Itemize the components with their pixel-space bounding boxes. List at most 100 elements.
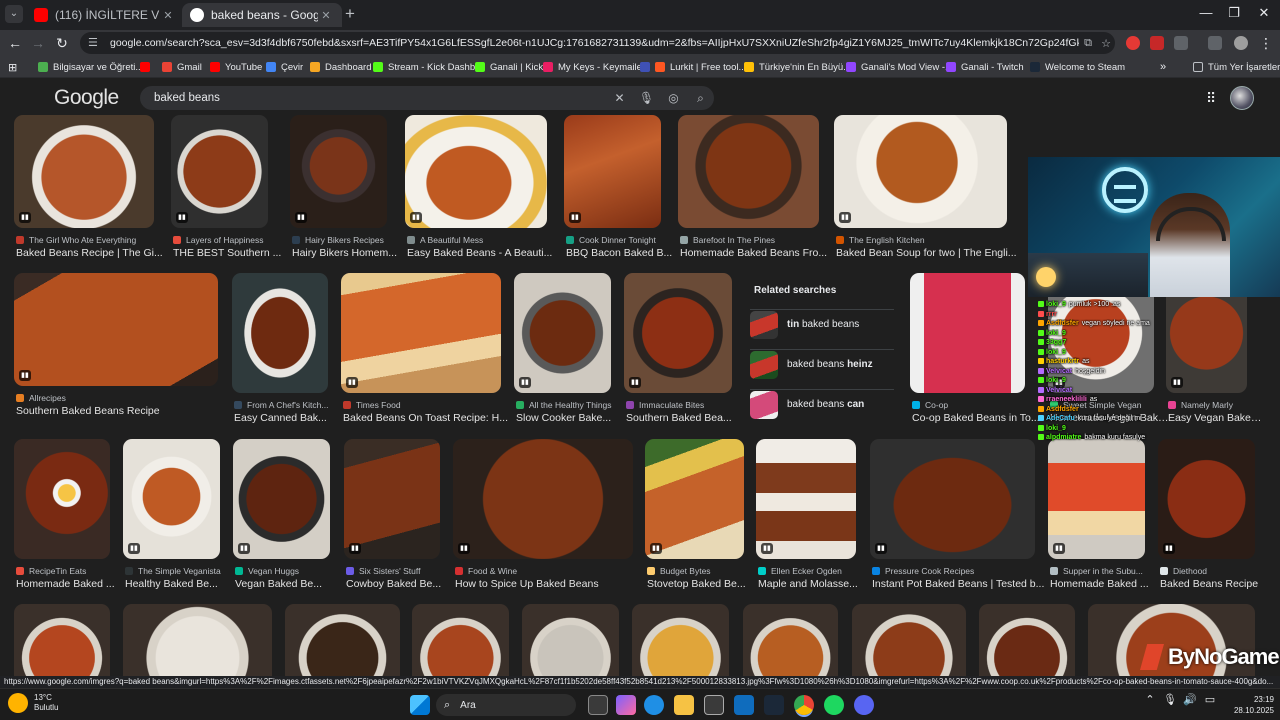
result-source[interactable]: Budget Bytes bbox=[647, 566, 746, 576]
image-result[interactable]: Co-op Co-op Baked Beans in To... bbox=[910, 273, 1040, 433]
result-source[interactable]: Hairy Bikers Recipes bbox=[292, 235, 389, 245]
reload-button[interactable]: ↻ bbox=[52, 33, 72, 53]
image-result[interactable]: ▮▮ Allrecipes Southern Baked Beans Recipe bbox=[14, 273, 218, 426]
google-logo[interactable]: Google bbox=[54, 86, 119, 110]
image-result[interactable]: ▮▮ All the Healthy Things Slow Cooker Bake… bbox=[514, 273, 613, 433]
image-result[interactable]: ▮▮ Layers of Happiness THE BEST Southern .… bbox=[171, 115, 281, 268]
image-result[interactable]: RecipeTin Eats Homemade Baked ... bbox=[14, 439, 115, 599]
bookmark-item[interactable]: Çevir bbox=[266, 60, 303, 74]
copilot-icon[interactable] bbox=[616, 695, 636, 715]
apps-icon[interactable]: ⊞ bbox=[8, 60, 17, 74]
result-caption[interactable]: BBQ Bacon Baked B... bbox=[566, 247, 677, 259]
result-source[interactable]: RecipeTin Eats bbox=[16, 566, 112, 576]
clear-icon[interactable]: ✕ bbox=[606, 91, 633, 105]
bookmark-star-icon[interactable]: ☆ bbox=[1097, 37, 1115, 50]
image-result[interactable]: ▮▮ The English Kitchen Baked Bean Soup for… bbox=[834, 115, 1017, 268]
microphone-icon[interactable]: 🎙 bbox=[1160, 693, 1180, 706]
lens-icon[interactable]: ◎ bbox=[660, 91, 687, 105]
tab-search-button[interactable]: ⌄ bbox=[5, 5, 23, 23]
image-result[interactable]: ▮▮ A Beautiful Mess Easy Baked Beans - A B… bbox=[405, 115, 552, 268]
result-source[interactable]: Co-op bbox=[912, 400, 1027, 410]
image-thumbnail[interactable] bbox=[14, 604, 110, 676]
image-thumbnail[interactable] bbox=[743, 604, 838, 676]
bookmark-item[interactable]: Stream - Kick Dashb... bbox=[373, 60, 483, 74]
image-result[interactable]: ▮▮ Pressure Cook Recipes Instant Pot Baked… bbox=[870, 439, 1044, 599]
image-thumbnail[interactable] bbox=[232, 273, 328, 393]
result-source[interactable]: All the Healthy Things bbox=[516, 400, 613, 410]
result-caption[interactable]: How to Spice Up Baked Beans bbox=[455, 578, 649, 590]
image-thumbnail[interactable] bbox=[910, 273, 1025, 393]
result-source[interactable]: Allrecipes bbox=[16, 393, 220, 403]
result-caption[interactable]: Homemade Baked ... bbox=[1050, 578, 1161, 590]
image-result[interactable]: ▮▮ The Girl Who Ate Everything Baked Beans… bbox=[14, 115, 163, 268]
image-thumbnail[interactable]: ▮▮ bbox=[14, 115, 154, 228]
result-source[interactable]: Vegan Huggs bbox=[235, 566, 332, 576]
file-explorer-icon[interactable] bbox=[674, 695, 694, 715]
result-source[interactable]: Ellen Ecker Ogden bbox=[758, 566, 858, 576]
bookmark-item[interactable]: Ganali | Kick bbox=[475, 60, 543, 74]
all-bookmarks[interactable]: Tüm Yer İşaretleri bbox=[1193, 60, 1280, 74]
image-thumbnail[interactable]: ▮▮ bbox=[453, 439, 633, 559]
image-result[interactable]: Barefoot In The Pines Homemade Baked Bean… bbox=[678, 115, 827, 268]
result-source[interactable]: Food & Wine bbox=[455, 566, 635, 576]
show-hidden-icons-icon[interactable]: ⌃ bbox=[1140, 693, 1160, 706]
image-thumbnail[interactable]: ▮▮ bbox=[290, 115, 387, 228]
bookmark-item[interactable]: YouTube bbox=[210, 60, 262, 74]
extension-icon[interactable] bbox=[1126, 36, 1140, 50]
image-thumbnail[interactable]: ▮▮ bbox=[405, 115, 547, 228]
speaker-icon[interactable]: 🔊 bbox=[1180, 693, 1200, 706]
result-source[interactable]: Six Sisters' Stuff bbox=[346, 566, 442, 576]
bookmark-item[interactable]: Dashboard bbox=[310, 60, 371, 74]
tab-google-search[interactable]: baked beans - Google Search ✕ bbox=[182, 3, 342, 27]
image-thumbnail[interactable]: ▮▮ bbox=[624, 273, 732, 393]
result-source[interactable]: The English Kitchen bbox=[836, 235, 1009, 245]
edge-icon[interactable] bbox=[644, 695, 664, 715]
battery-icon[interactable]: ▭ bbox=[1200, 693, 1220, 706]
image-thumbnail[interactable]: ▮▮ bbox=[123, 439, 220, 559]
image-result[interactable]: ▮▮ Vegan Huggs Vegan Baked Be... bbox=[233, 439, 330, 599]
result-caption[interactable]: Stovetop Baked Be... bbox=[647, 578, 760, 590]
result-caption[interactable]: Southern Baked Bea... bbox=[626, 412, 748, 424]
more-bookmarks-icon[interactable]: » bbox=[1160, 60, 1166, 74]
media-control-icon[interactable] bbox=[1208, 36, 1222, 50]
result-source[interactable]: Diethood bbox=[1160, 566, 1257, 576]
result-source[interactable]: The Simple Veganista bbox=[125, 566, 222, 576]
bookmark-item[interactable]: Gmail bbox=[162, 60, 202, 74]
google-apps-icon[interactable]: ⠿ bbox=[1206, 90, 1216, 107]
microphone-icon[interactable]: 🎙 bbox=[633, 91, 660, 105]
search-box[interactable]: baked beans ✕ 🎙 ◎ ⌕ bbox=[140, 86, 714, 110]
related-search-item[interactable]: tin baked beans bbox=[750, 309, 894, 339]
result-source[interactable]: Barefoot In The Pines bbox=[680, 235, 821, 245]
result-source[interactable]: A Beautiful Mess bbox=[407, 235, 549, 245]
bookmark-item[interactable]: My Keys - Keymailer bbox=[543, 60, 645, 74]
result-source[interactable]: Pressure Cook Recipes bbox=[872, 566, 1037, 576]
result-caption[interactable]: Easy Canned Bak... bbox=[234, 412, 344, 424]
steam-icon[interactable] bbox=[764, 695, 784, 715]
discord-icon[interactable] bbox=[854, 695, 874, 715]
translate-icon[interactable]: ⧉ bbox=[1079, 37, 1097, 50]
image-result[interactable]: ▮▮ Cook Dinner Tonight BBQ Bacon Baked B..… bbox=[564, 115, 672, 268]
result-caption[interactable]: Baked Beans On Toast Recipe: H... bbox=[343, 412, 517, 424]
maximize-button[interactable]: ❐ bbox=[1224, 5, 1244, 21]
result-caption[interactable]: Easy Baked Beans - A Beauti... bbox=[407, 247, 563, 259]
image-thumbnail[interactable]: ▮▮ bbox=[834, 115, 1007, 228]
search-icon[interactable]: ⌕ bbox=[687, 91, 714, 106]
image-thumbnail[interactable] bbox=[123, 604, 272, 676]
result-source[interactable]: Supper in the Subu... bbox=[1050, 566, 1147, 576]
spotify-icon[interactable] bbox=[824, 695, 844, 715]
result-source[interactable]: Layers of Happiness bbox=[173, 235, 270, 245]
result-caption[interactable]: Easy Vegan Baked... bbox=[1168, 412, 1263, 424]
extensions-puzzle-icon[interactable] bbox=[1174, 36, 1188, 50]
image-thumbnail[interactable] bbox=[852, 604, 966, 676]
result-source[interactable]: Immaculate Bites bbox=[626, 400, 734, 410]
result-caption[interactable]: Co-op Baked Beans in To... bbox=[912, 412, 1041, 424]
result-caption[interactable]: Southern Baked Beans Recipe bbox=[16, 405, 234, 417]
task-view-icon[interactable] bbox=[588, 695, 608, 715]
result-source[interactable]: The Girl Who Ate Everything bbox=[16, 235, 156, 245]
result-caption[interactable]: Baked Beans Recipe | The Gi... bbox=[16, 247, 170, 259]
bookmark-item[interactable]: Ganali's Mod View -... bbox=[846, 60, 953, 74]
result-caption[interactable]: Healthy Baked Be... bbox=[125, 578, 236, 590]
result-caption[interactable]: Baked Beans Recipe bbox=[1160, 578, 1271, 590]
browser-menu-icon[interactable]: ⋮ bbox=[1256, 33, 1276, 53]
image-result[interactable]: ▮▮ Immaculate Bites Southern Baked Bea... bbox=[624, 273, 732, 433]
